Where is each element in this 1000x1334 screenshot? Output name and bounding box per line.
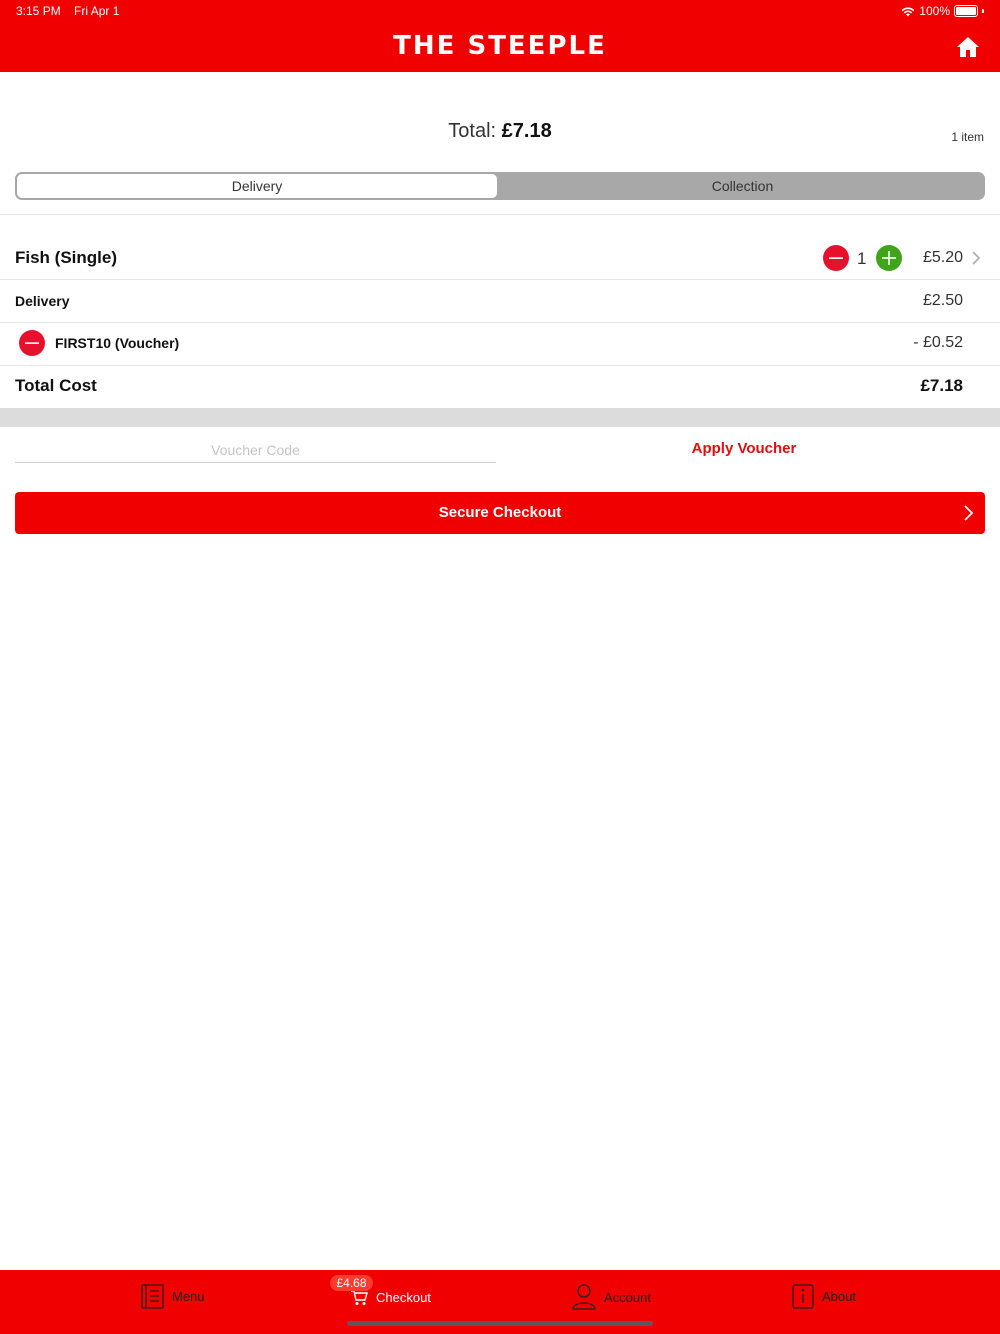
summary-total-value: £7.18	[501, 120, 552, 142]
divider	[0, 279, 1000, 280]
person-icon	[572, 1284, 596, 1310]
wifi-icon	[901, 6, 915, 16]
item-quantity: 1	[857, 249, 867, 268]
menu-book-icon	[141, 1284, 164, 1309]
chevron-right-icon[interactable]	[972, 251, 980, 265]
increase-quantity-button[interactable]	[876, 245, 902, 271]
item-count: 1 item	[951, 130, 984, 144]
item-name[interactable]: Fish (Single)	[15, 248, 117, 268]
tab-about[interactable]: About	[792, 1284, 856, 1309]
section-separator	[0, 408, 1000, 427]
voucher-code-input[interactable]	[15, 438, 496, 463]
tab-about-label: About	[822, 1289, 856, 1304]
secure-checkout-label: Secure Checkout	[438, 504, 562, 521]
summary-total: Total: £7.18	[0, 120, 1000, 143]
segment-delivery[interactable]: Delivery	[17, 174, 497, 198]
divider	[0, 214, 1000, 215]
minus-icon	[25, 342, 39, 344]
info-icon	[792, 1284, 814, 1309]
apply-voucher-button[interactable]: Apply Voucher	[500, 440, 988, 457]
summary-total-label: Total:	[448, 120, 497, 142]
divider	[0, 365, 1000, 366]
total-cost-value: £7.18	[920, 376, 963, 395]
delivery-mode-segmented-control: Delivery Collection	[15, 172, 985, 200]
status-date: Fri Apr 1	[74, 4, 120, 18]
battery-icon	[954, 5, 978, 17]
home-indicator	[347, 1321, 653, 1326]
tab-menu-label: Menu	[172, 1289, 205, 1304]
item-price: £5.20	[922, 249, 963, 266]
total-cost-label: Total Cost	[15, 376, 97, 395]
plus-icon	[882, 251, 896, 265]
top-bar: 3:15 PM Fri Apr 1 100% THE STEEPLE	[0, 0, 1000, 72]
tab-account-label: Account	[604, 1289, 651, 1305]
decrease-quantity-button[interactable]	[823, 245, 849, 271]
tab-checkout-label: Checkout	[376, 1290, 431, 1305]
minus-icon	[829, 257, 843, 259]
cart-total-badge: £4.68	[330, 1275, 373, 1291]
divider	[0, 322, 1000, 323]
brand-title: THE STEEPLE	[393, 31, 607, 61]
tab-menu[interactable]: Menu	[141, 1284, 205, 1309]
cart-icon	[351, 1290, 368, 1305]
home-icon[interactable]	[956, 36, 980, 58]
status-time: 3:15 PM	[16, 4, 61, 18]
remove-voucher-button[interactable]	[19, 330, 45, 356]
battery-percent: 100%	[919, 4, 950, 18]
chevron-right-icon	[964, 505, 973, 521]
tab-account[interactable]: Account	[572, 1284, 651, 1310]
tab-checkout[interactable]: Checkout	[350, 1289, 431, 1306]
voucher-amount: - £0.52	[913, 334, 963, 351]
delivery-label: Delivery	[15, 293, 70, 309]
delivery-price: £2.50	[922, 292, 963, 309]
segment-collection[interactable]: Collection	[500, 172, 985, 200]
voucher-label: FIRST10 (Voucher)	[55, 335, 180, 351]
status-bar: 3:15 PM Fri Apr 1 100%	[16, 4, 984, 20]
secure-checkout-button[interactable]: Secure Checkout	[15, 492, 985, 534]
